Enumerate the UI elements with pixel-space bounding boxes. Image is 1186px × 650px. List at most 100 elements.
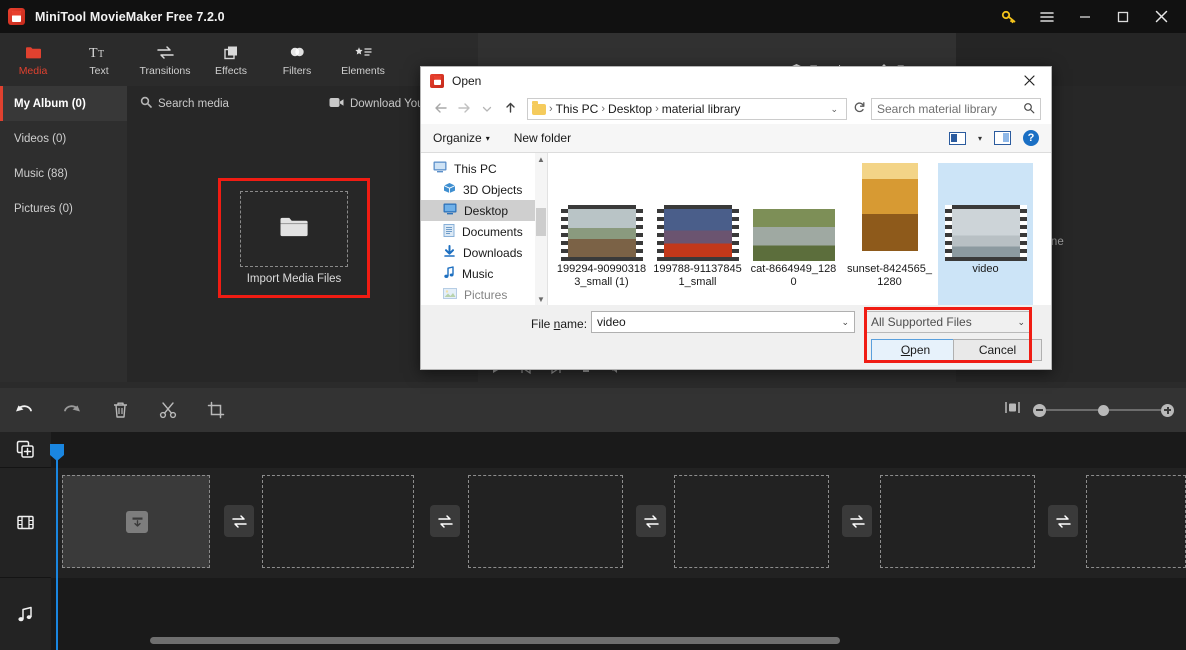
dialog-close-button[interactable] [1007, 67, 1051, 94]
transition-placeholder[interactable] [224, 505, 254, 537]
new-folder-button[interactable]: New folder [514, 131, 571, 145]
search-media-label: Search media [158, 97, 229, 110]
breadcrumb[interactable]: › This PC › Desktop › material library ⌄ [527, 98, 847, 120]
tab-filters[interactable]: Filters [264, 33, 330, 86]
transition-placeholder[interactable] [430, 505, 460, 537]
gutter-audio-track[interactable] [0, 578, 51, 650]
transitions-icon [156, 43, 175, 62]
zoom-out-button[interactable] [1033, 403, 1046, 417]
timeline-ruler[interactable] [51, 432, 1186, 468]
transition-placeholder[interactable] [1048, 505, 1078, 537]
chevron-down-icon[interactable]: ▾ [978, 134, 982, 143]
file-name-value: video [597, 315, 626, 329]
zoom-in-button[interactable] [1161, 403, 1174, 417]
delete-button[interactable] [96, 388, 144, 432]
zoom-knob[interactable] [1098, 404, 1109, 416]
up-one-level-button[interactable] [500, 101, 520, 117]
tab-effects-label: Effects [215, 64, 247, 77]
organize-button[interactable]: Organize ▾ [433, 131, 490, 145]
open-button[interactable]: Open [871, 339, 960, 361]
media-category-pictures[interactable]: Pictures (0) [0, 191, 127, 226]
breadcrumb-item-material-library[interactable]: material library [662, 102, 741, 116]
tab-effects[interactable]: Effects [198, 33, 264, 86]
tree-item-downloads[interactable]: Downloads [421, 242, 547, 263]
audio-track-icon [0, 578, 51, 650]
scroll-up-icon[interactable]: ▲ [535, 153, 547, 165]
preview-pane-icon[interactable] [994, 131, 1011, 145]
tab-media[interactable]: Media [0, 33, 66, 86]
file-name-label: sunset-8424565_1280 [846, 263, 932, 288]
file-type-filter-select[interactable]: All Supported Files ⌄ [865, 311, 1031, 333]
download-clip-icon[interactable] [126, 511, 148, 533]
search-input[interactable]: Search material library [871, 98, 1041, 120]
back-button[interactable] [431, 102, 451, 117]
transition-placeholder[interactable] [842, 505, 872, 537]
media-category-music[interactable]: Music (88) [0, 156, 127, 191]
tree-item-pictures[interactable]: Pictures [421, 284, 547, 305]
media-category-videos[interactable]: Videos (0) [0, 121, 127, 156]
undo-button[interactable] [0, 388, 48, 432]
change-view-icon[interactable] [948, 131, 966, 145]
import-media-files-label: Import Media Files [246, 273, 342, 285]
file-thumbnail [656, 163, 739, 263]
file-name-input[interactable]: video ⌄ [591, 311, 855, 333]
timeline-video-track[interactable] [51, 468, 1186, 578]
minimize-button[interactable] [1066, 0, 1104, 33]
timeline-clip-slot[interactable] [62, 475, 210, 568]
tree-item-3d-objects[interactable]: 3D Objects [421, 179, 547, 200]
forward-button[interactable] [454, 102, 474, 117]
file-item[interactable]: cat-8664949_1280 [746, 163, 841, 305]
zoom-slider[interactable] [1033, 403, 1174, 417]
timeline-horizontal-scrollbar[interactable] [150, 637, 840, 644]
search-media-button[interactable]: Search media [140, 96, 229, 111]
music-icon [443, 265, 455, 282]
scrollbar-thumb[interactable] [536, 208, 546, 236]
file-item[interactable]: sunset-8424565_1280 [842, 163, 937, 305]
key-icon[interactable] [990, 0, 1028, 33]
cancel-button[interactable]: Cancel [953, 339, 1042, 361]
tree-item-documents[interactable]: Documents [421, 221, 547, 242]
close-button[interactable] [1142, 0, 1180, 33]
tab-elements[interactable]: Elements [330, 33, 396, 86]
crop-button[interactable] [192, 388, 240, 432]
timeline-clip-slot[interactable] [880, 475, 1035, 568]
timeline-clip-slot[interactable] [262, 475, 414, 568]
tree-item-this-pc[interactable]: This PC [421, 158, 547, 179]
file-item[interactable]: 199788-911378451_small [650, 163, 745, 305]
gutter-add-media[interactable] [0, 432, 51, 468]
media-category-label: Videos (0) [14, 132, 67, 145]
import-media-files-button[interactable]: Import Media Files [218, 178, 370, 298]
timeline-clip-slot[interactable] [674, 475, 829, 568]
chevron-down-icon[interactable]: ⌄ [830, 104, 842, 115]
gutter-video-track[interactable] [0, 468, 51, 578]
tab-transitions[interactable]: Transitions [132, 33, 198, 86]
chevron-down-icon[interactable]: ⌄ [1017, 317, 1025, 328]
split-button[interactable] [144, 388, 192, 432]
breadcrumb-item-this-pc[interactable]: This PC [556, 102, 599, 116]
refresh-button[interactable] [850, 101, 868, 117]
media-category-my-album[interactable]: My Album (0) [0, 86, 127, 121]
redo-button[interactable] [48, 388, 96, 432]
tab-text[interactable]: TT Text [66, 33, 132, 86]
menu-icon[interactable] [1028, 0, 1066, 33]
file-item-selected[interactable]: video [938, 163, 1033, 305]
navigation-tree: This PC 3D Objects Desktop Documents Dow… [421, 153, 548, 305]
file-list[interactable]: 199294-909903183_small (1) 199788-911378… [548, 153, 1051, 305]
chevron-down-icon[interactable]: ⌄ [841, 317, 849, 328]
help-icon[interactable]: ? [1023, 130, 1039, 146]
tab-elements-label: Elements [341, 64, 385, 77]
file-item[interactable]: 199294-909903183_small (1) [554, 163, 649, 305]
timeline-clip-slot[interactable] [468, 475, 623, 568]
maximize-button[interactable] [1104, 0, 1142, 33]
file-type-filter-value: All Supported Files [871, 315, 972, 329]
tree-item-desktop[interactable]: Desktop [421, 200, 547, 221]
playhead[interactable] [56, 444, 58, 650]
fit-timeline-icon[interactable] [1004, 400, 1021, 420]
scroll-down-icon[interactable]: ▼ [535, 293, 547, 305]
transition-placeholder[interactable] [636, 505, 666, 537]
tree-item-music[interactable]: Music [421, 263, 547, 284]
recent-locations-button[interactable] [477, 102, 497, 117]
breadcrumb-item-desktop[interactable]: Desktop [608, 102, 652, 116]
tree-scrollbar[interactable]: ▲ ▼ [535, 153, 547, 305]
timeline-clip-slot[interactable] [1086, 475, 1186, 568]
